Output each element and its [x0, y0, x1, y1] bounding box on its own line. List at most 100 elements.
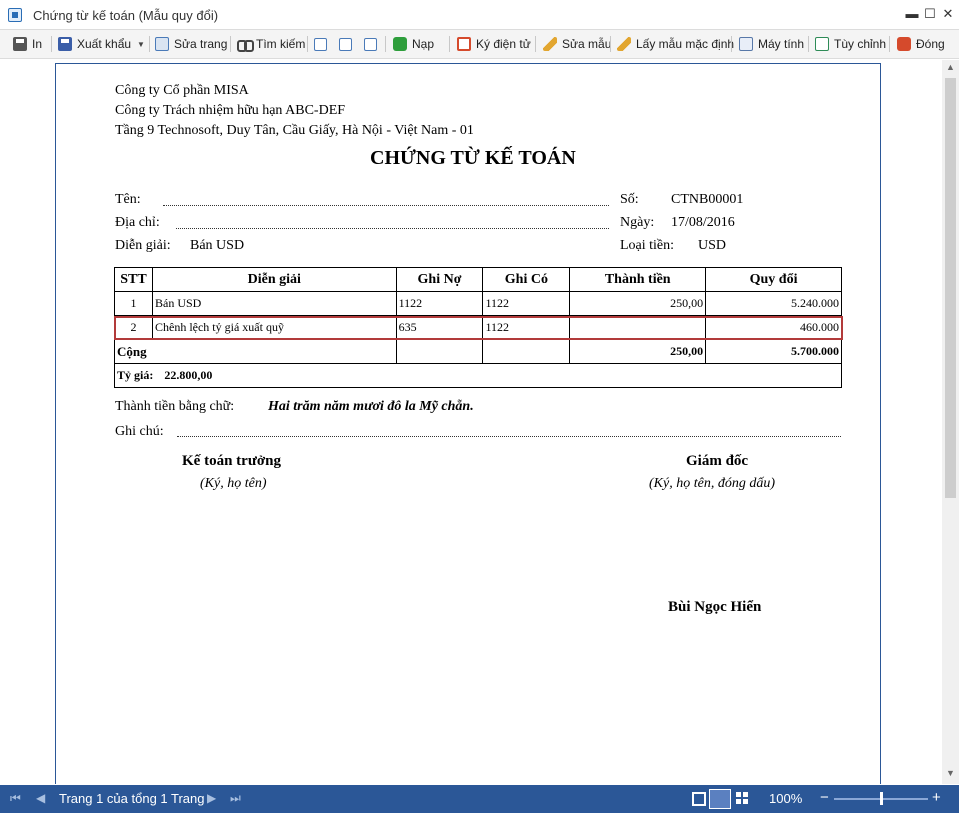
date-label: Ngày: [620, 215, 655, 230]
calculator-icon [739, 37, 753, 51]
address-line [176, 228, 609, 229]
e-sign-label: Ký điện tử [476, 37, 531, 51]
row-amount: 250,00 [569, 291, 707, 316]
scroll-down-icon[interactable]: ▼ [946, 768, 955, 778]
customize-button[interactable]: Tùy chỉnh [815, 35, 886, 53]
customize-icon [815, 37, 829, 51]
note-line [177, 436, 841, 437]
column-header: Quy đổi [705, 267, 842, 292]
find-button[interactable]: Tìm kiếm [237, 35, 305, 53]
zoom-slider-thumb[interactable] [880, 792, 883, 805]
number-value: CTNB00001 [671, 192, 744, 207]
toolbar-separator [149, 36, 150, 52]
binoculars-icon [237, 37, 254, 52]
toolbar-separator [307, 36, 308, 52]
toolbar-separator [889, 36, 890, 52]
company-address: Tầng 9 Technosoft, Duy Tân, Cầu Giấy, Hà… [115, 123, 474, 138]
row-credit: 1122 [482, 315, 571, 340]
row-converted: 5.240.000 [705, 291, 842, 316]
close-button[interactable]: Đóng [897, 35, 945, 53]
column-header: Diễn giải [151, 267, 397, 292]
default-template-button[interactable]: Lấy mẫu mặc định [617, 35, 734, 53]
page-info: Trang 1 của tổng 1 Trang [59, 791, 205, 806]
table-row[interactable]: 1 Bán USD 1122 1122 250,00 5.240.000 [114, 291, 842, 316]
calculator-label: Máy tính [758, 37, 805, 51]
reload-label: Nạp [412, 37, 435, 51]
export-label: Xuất khẩu [77, 37, 132, 51]
pencil-ruler-icon [543, 37, 557, 51]
toolbar-separator [808, 36, 809, 52]
total-converted: 5.700.000 [705, 339, 842, 364]
continuous-view-icon[interactable] [709, 789, 731, 809]
currency-value: USD [698, 238, 727, 253]
voucher-table: STT Diễn giải Ghi Nợ Ghi Có Thành tiền Q… [114, 267, 842, 388]
toolbar: In Xuất khẩu ▼ Sửa trang Tìm kiếm Nạp Ký… [0, 30, 959, 59]
maximize-button[interactable]: ☐ [921, 5, 939, 23]
zoom-level: 100% [769, 791, 803, 806]
edit-page-button[interactable]: Sửa trang [155, 35, 227, 53]
e-sign-button[interactable]: Ký điện tử [457, 35, 531, 53]
last-page-icon[interactable]: ⏭ [230, 791, 241, 806]
edit-page-icon [155, 37, 169, 51]
page-width-view-button[interactable] [339, 35, 357, 53]
total-debit [395, 339, 484, 364]
column-header: STT [114, 267, 153, 292]
table-row[interactable]: 2 Chênh lệch tỷ giá xuất quỹ 635 1122 46… [114, 315, 842, 340]
exchange-rate-value: 22.800,00 [164, 368, 213, 382]
row-stt: 2 [114, 315, 153, 340]
toolbar-separator [535, 36, 536, 52]
floppy-disk-icon [58, 37, 72, 51]
address-label: Địa chỉ: [115, 215, 160, 230]
next-page-icon[interactable]: ▶ [207, 791, 216, 805]
customize-label: Tùy chỉnh [834, 37, 887, 51]
multi-page-view-icon[interactable] [736, 792, 750, 806]
note-label: Ghi chú: [115, 424, 164, 439]
zoom-out-icon[interactable]: − [820, 789, 829, 806]
company-unit: Công ty Trách nhiệm hữu hạn ABC-DEF [115, 103, 346, 118]
previous-page-icon[interactable]: ◀ [36, 791, 45, 805]
total-credit [482, 339, 571, 364]
first-page-icon[interactable]: ⏮ [10, 791, 21, 806]
director-name: Bùi Ngọc Hiển [668, 599, 762, 615]
close-window-button[interactable]: ✕ [939, 5, 957, 23]
row-amount [569, 315, 707, 340]
print-button[interactable]: In [13, 35, 42, 53]
director-sub: (Ký, họ tên, đóng dấu) [649, 476, 775, 491]
row-stt: 1 [114, 291, 153, 316]
toolbar-separator [731, 36, 732, 52]
row-description: Bán USD [151, 291, 397, 316]
single-page-view-button[interactable] [314, 35, 332, 53]
zoom-in-icon[interactable]: + [932, 789, 941, 806]
total-amount: 250,00 [569, 339, 707, 364]
calculator-button[interactable]: Máy tính [739, 35, 804, 53]
page-width-icon [339, 37, 352, 51]
name-label: Tên: [115, 192, 141, 207]
company-name: Công ty Cổ phần MISA [115, 83, 249, 98]
column-header: Ghi Nợ [395, 267, 484, 292]
toolbar-separator [449, 36, 450, 52]
chevron-down-icon[interactable]: ▼ [137, 40, 145, 49]
toolbar-separator [230, 36, 231, 52]
export-button[interactable]: Xuất khẩu ▼ [58, 35, 145, 53]
edit-template-button[interactable]: Sửa mẫu [543, 35, 611, 53]
row-debit: 635 [395, 315, 484, 340]
row-converted: 460.000 [705, 315, 842, 340]
minimize-button[interactable]: ▬ [903, 5, 921, 23]
whole-page-view-button[interactable] [364, 35, 382, 53]
toolbar-separator [385, 36, 386, 52]
status-bar: ⏮ ◀ Trang 1 của tổng 1 Trang ▶ ⏭ 100% − … [0, 785, 959, 813]
signature-icon [457, 37, 471, 51]
column-header: Thành tiền [569, 267, 707, 292]
reload-button[interactable]: Nạp [393, 35, 434, 53]
toolbar-separator [610, 36, 611, 52]
scroll-up-icon[interactable]: ▲ [946, 62, 955, 72]
single-page-view-icon[interactable] [692, 792, 706, 806]
name-line [163, 205, 609, 206]
description-value: Bán USD [190, 238, 245, 253]
row-debit: 1122 [395, 291, 484, 316]
window-title: Chứng từ kế toán (Mẫu quy đổi) [33, 8, 219, 23]
title-bar: Chứng từ kế toán (Mẫu quy đổi) ▬ ☐ ✕ [0, 0, 959, 30]
director-title: Giám đốc [686, 453, 749, 469]
amount-words-label: Thành tiền bằng chữ: [115, 399, 235, 414]
scroll-thumb[interactable] [945, 78, 956, 498]
